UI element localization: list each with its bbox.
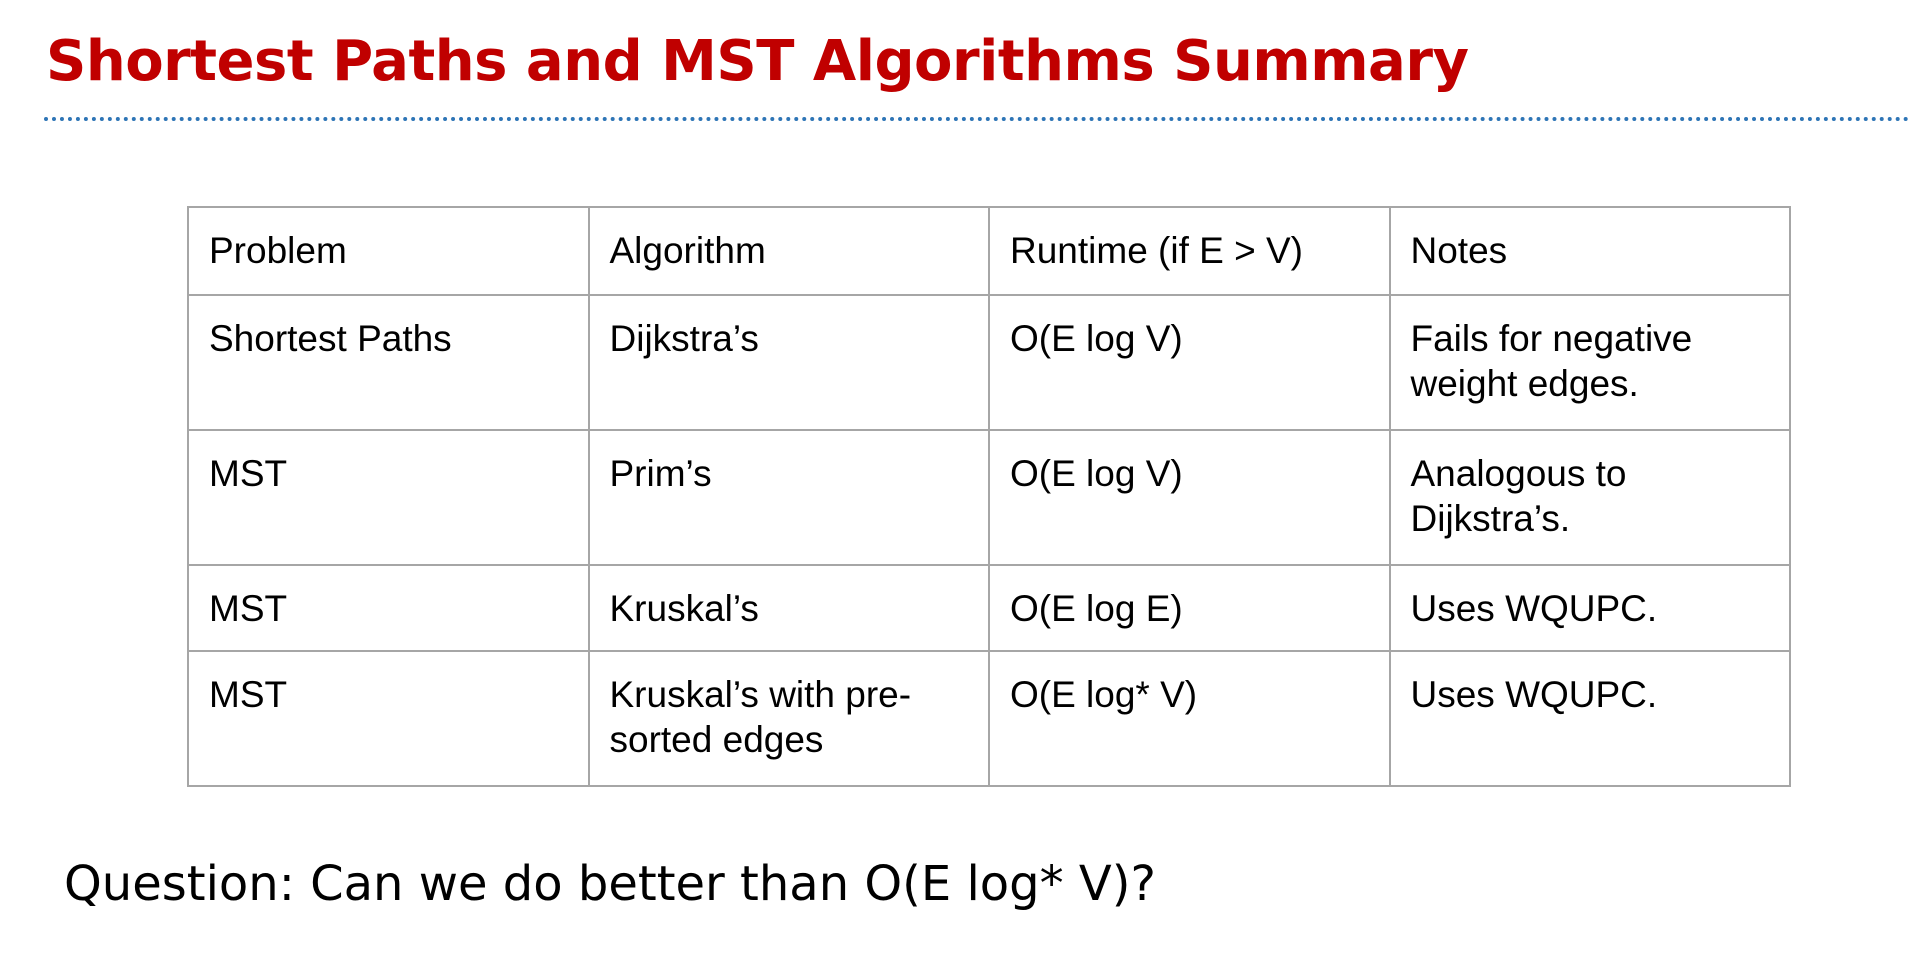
title-divider [44, 117, 1910, 121]
table-row: MST Kruskal’s with pre-sorted edges O(E … [187, 650, 1791, 787]
cell-runtime: O(E log* V) [988, 650, 1391, 787]
cell-runtime: O(E log V) [988, 429, 1391, 566]
cell-problem: Shortest Paths [187, 294, 590, 431]
cell-algorithm: Kruskal’s [587, 564, 990, 652]
cell-problem: MST [187, 564, 590, 652]
cell-algorithm: Kruskal’s with pre-sorted edges [587, 650, 990, 787]
table-row: Shortest Paths Dijkstra’s O(E log V) Fai… [187, 294, 1791, 431]
algorithms-summary-table: Problem Algorithm Runtime (if E > V) Not… [187, 206, 1791, 787]
cell-algorithm: Prim’s [587, 429, 990, 566]
table-row: MST Prim’s O(E log V) Analogous to Dijks… [187, 429, 1791, 566]
table-row: MST Kruskal’s O(E log E) Uses WQUPC. [187, 564, 1791, 652]
cell-runtime: O(E log V) [988, 294, 1391, 431]
cell-algorithm: Dijkstra’s [587, 294, 990, 431]
cell-notes: Fails for negative weight edges. [1388, 294, 1791, 431]
table-header-row: Problem Algorithm Runtime (if E > V) Not… [187, 206, 1791, 296]
header-cell-problem: Problem [187, 206, 590, 296]
cell-notes: Uses WQUPC. [1388, 564, 1791, 652]
slide-title: Shortest Paths and MST Algorithms Summar… [46, 29, 1469, 94]
cell-runtime: O(E log E) [988, 564, 1391, 652]
header-cell-notes: Notes [1388, 206, 1791, 296]
cell-notes: Uses WQUPC. [1388, 650, 1791, 787]
cell-notes: Analogous to Dijkstra’s. [1388, 429, 1791, 566]
question-text: Question: Can we do better than O(E log*… [64, 856, 1156, 912]
cell-problem: MST [187, 650, 590, 787]
header-cell-runtime: Runtime (if E > V) [988, 206, 1391, 296]
header-cell-algorithm: Algorithm [587, 206, 990, 296]
cell-problem: MST [187, 429, 590, 566]
